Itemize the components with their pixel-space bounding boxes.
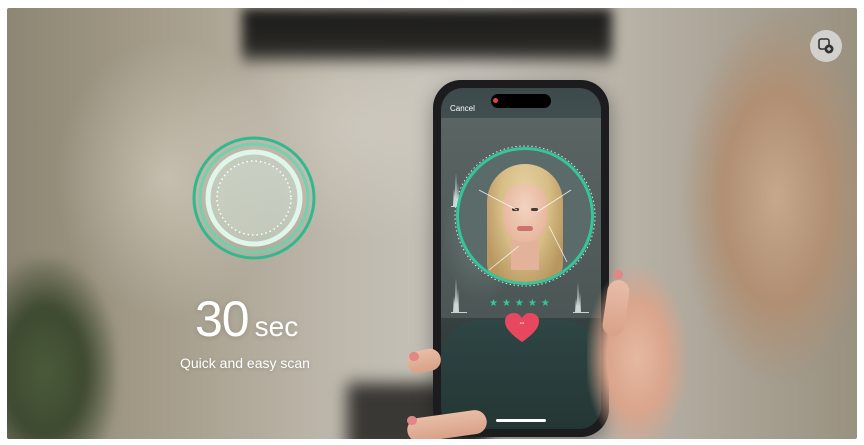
scan-duration: 30 sec xyxy=(195,290,298,348)
heart-icon xyxy=(505,313,539,342)
background-plant xyxy=(7,258,117,439)
picture-in-picture-icon xyxy=(818,38,834,54)
phone: Cancel ★★★★★ -- xyxy=(433,80,609,437)
hand xyxy=(587,258,707,439)
dynamic-island xyxy=(491,94,551,108)
phone-screen: Cancel ★★★★★ -- xyxy=(441,88,601,429)
rating-stars: ★★★★★ xyxy=(489,298,554,309)
recording-indicator xyxy=(493,98,498,103)
heart-rate-indicator: -- xyxy=(505,312,539,344)
fingernail xyxy=(613,270,623,279)
scan-ring-icon xyxy=(192,136,316,260)
tagline: Quick and easy scan xyxy=(180,355,310,371)
video-frame: 30 sec Quick and easy scan Cancel ★★★★★ … xyxy=(7,8,857,439)
fingernail xyxy=(409,352,419,361)
face-scan-circle xyxy=(459,150,591,282)
home-indicator[interactable] xyxy=(496,419,546,422)
heart-rate-value: -- xyxy=(519,320,525,327)
timer-value: 30 xyxy=(195,291,250,347)
face-landmark-lines xyxy=(478,189,572,275)
fingernail xyxy=(407,416,417,425)
pip-button[interactable] xyxy=(810,30,842,62)
cancel-button[interactable]: Cancel xyxy=(450,104,475,113)
timer-unit: sec xyxy=(254,311,299,342)
background-tv xyxy=(242,8,612,68)
